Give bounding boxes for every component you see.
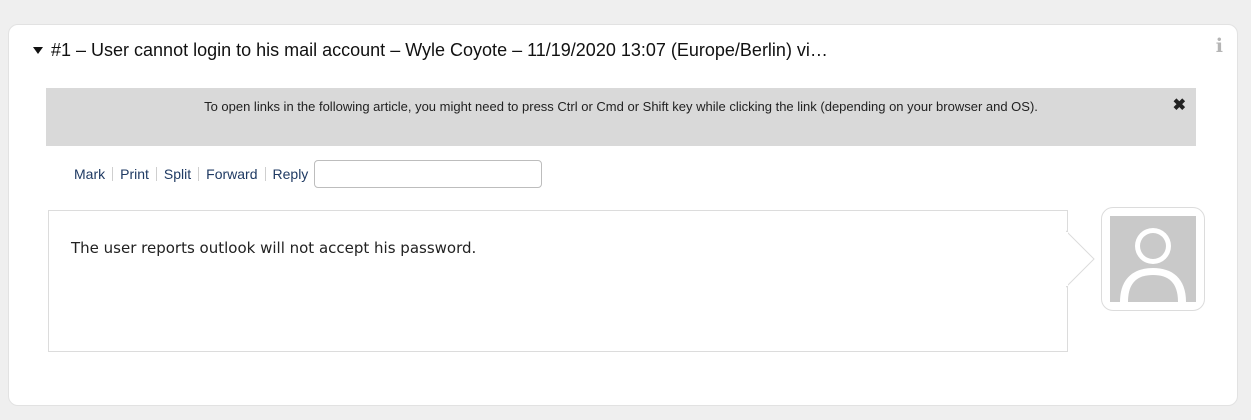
- link-notice: To open links in the following article, …: [46, 88, 1196, 146]
- bubble-pointer: [1066, 230, 1095, 288]
- divider: [112, 167, 114, 181]
- link-notice-text: To open links in the following article, …: [204, 99, 1038, 114]
- divider: [155, 167, 157, 181]
- divider: [264, 167, 266, 181]
- avatar-placeholder-icon: [1110, 216, 1196, 302]
- mark-link[interactable]: Mark: [74, 166, 105, 182]
- forward-link[interactable]: Forward: [206, 166, 257, 182]
- info-icon[interactable]: i: [1216, 35, 1223, 57]
- article-header-title[interactable]: #1 – User cannot login to his mail accou…: [51, 40, 828, 61]
- avatar: [1101, 207, 1205, 311]
- print-link[interactable]: Print: [120, 166, 149, 182]
- reply-link[interactable]: Reply: [273, 166, 309, 182]
- close-icon[interactable]: ✖: [1173, 96, 1186, 115]
- article-body-text: The user reports outlook will not accept…: [71, 239, 477, 257]
- reply-template-select[interactable]: [314, 160, 543, 188]
- article-header[interactable]: #1 – User cannot login to his mail accou…: [33, 38, 828, 62]
- divider: [198, 167, 200, 181]
- article-actions: Mark Print Split Forward Reply: [74, 160, 543, 188]
- collapse-caret-icon[interactable]: [33, 46, 43, 54]
- split-link[interactable]: Split: [164, 166, 191, 182]
- article-body: The user reports outlook will not accept…: [48, 210, 1068, 352]
